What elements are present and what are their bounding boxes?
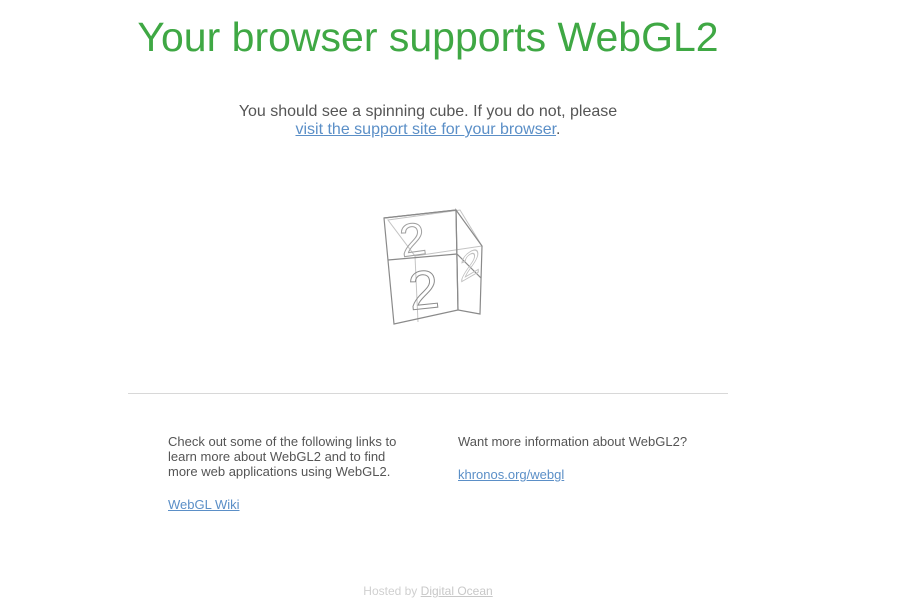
khronos-link[interactable]: khronos.org/webgl [458, 467, 564, 482]
intro-period: . [556, 121, 561, 138]
right-info-text: Want more information about WebGL2? [458, 434, 688, 449]
footer-prefix: Hosted by [363, 584, 418, 598]
left-info-column: Check out some of the following links to… [168, 434, 408, 512]
page-title: Your browser supports WebGL2 [137, 14, 719, 60]
section-divider [128, 393, 728, 394]
cube-glyph-side: 2 [460, 240, 480, 291]
support-site-link[interactable]: visit the support site for your browser [295, 121, 556, 138]
intro-text: You should see a spinning cube. If you d… [238, 103, 618, 120]
cube-glyph-front: 2 [406, 259, 442, 322]
digital-ocean-link[interactable]: Digital Ocean [421, 584, 493, 598]
page: Your browser supports WebGL2 You should … [0, 0, 917, 614]
spinning-cube-canvas: 2 2 2 [378, 204, 488, 330]
intro-text-block: You should see a spinning cube. If you d… [0, 103, 856, 139]
cube-icon: 2 2 2 [383, 208, 483, 325]
right-info-column: Want more information about WebGL2? khro… [458, 434, 718, 482]
left-info-text: Check out some of the following links to… [168, 434, 397, 479]
webgl-wiki-link[interactable]: WebGL Wiki [168, 497, 240, 512]
footer: Hosted by Digital Ocean [0, 584, 856, 598]
